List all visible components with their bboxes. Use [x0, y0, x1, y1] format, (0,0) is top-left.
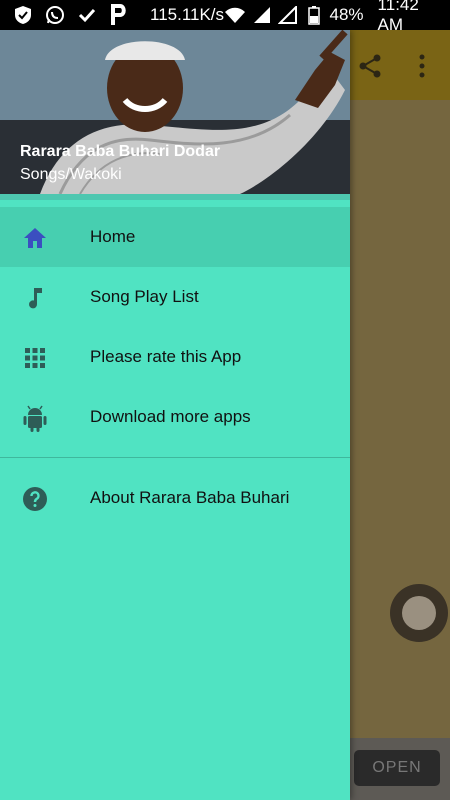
- whatsapp-icon: [44, 4, 66, 26]
- check-icon: [76, 4, 98, 26]
- menu-item-about[interactable]: About Rarara Baba Buhari: [0, 468, 350, 528]
- battery-percent: 48%: [329, 5, 364, 24]
- help-icon: [22, 486, 48, 512]
- home-icon: [22, 225, 48, 251]
- menu-item-label: Please rate this App: [90, 347, 242, 366]
- fab-inner-circle: [402, 596, 436, 630]
- navigation-drawer: Rarara Baba Buhari Dodar Songs/Wakoki Ho…: [0, 30, 350, 800]
- music-note-icon: [22, 285, 48, 311]
- menu-item-label: Song Play List: [90, 287, 199, 306]
- header-subtitle: Songs/Wakoki: [20, 166, 122, 183]
- more-options-icon[interactable]: [414, 52, 430, 80]
- clock: 11:42 AM: [377, 0, 419, 34]
- header-title: Rarara Baba Buhari Dodar: [20, 143, 221, 160]
- menu-item-download-apps[interactable]: Download more apps: [0, 387, 350, 447]
- menu-item-label: Home: [90, 227, 136, 246]
- battery-icon: [304, 4, 323, 26]
- menu-item-label: Download more apps: [90, 407, 251, 426]
- android-icon: [22, 405, 48, 432]
- open-button[interactable]: OPEN: [354, 750, 440, 786]
- header-accent-strip: [0, 194, 350, 200]
- shield-icon: [12, 4, 34, 26]
- apps-grid-icon: [22, 345, 48, 371]
- p-app-icon: [108, 4, 130, 26]
- drawer-header: Rarara Baba Buhari Dodar Songs/Wakoki: [0, 30, 350, 194]
- floating-play-button[interactable]: [390, 584, 448, 642]
- signal-icon: [252, 4, 272, 26]
- menu-item-home[interactable]: Home: [0, 207, 350, 267]
- network-speed: 115.11K/s: [150, 5, 225, 24]
- drawer-menu: Home Song Play List Please rate this App: [0, 207, 350, 528]
- menu-item-label: About Rarara Baba Buhari: [90, 488, 290, 507]
- wifi-icon: [224, 4, 246, 26]
- menu-divider: [0, 457, 350, 458]
- signal-2-icon: [278, 4, 298, 26]
- menu-item-rate-app[interactable]: Please rate this App: [0, 327, 350, 387]
- menu-item-song-play-list[interactable]: Song Play List: [0, 267, 350, 327]
- share-icon[interactable]: [356, 52, 384, 80]
- status-bar: 115.11K/s 48% 11:42 AM: [0, 0, 450, 34]
